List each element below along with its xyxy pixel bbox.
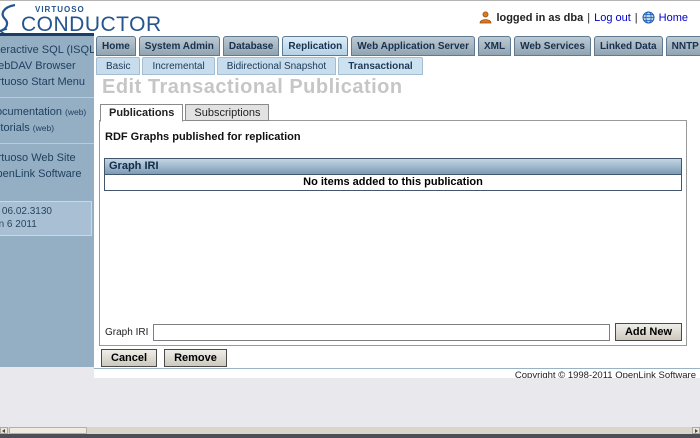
tab-subscriptions[interactable]: Subscriptions [185, 104, 270, 121]
sidebar: Interactive SQL (ISQL) WebDAV Browser Vi… [0, 33, 94, 367]
sidebar-group-docs: Documentation(web) Tutorials(web) [0, 97, 94, 143]
table-header-graph-iri: Graph IRI [105, 159, 681, 175]
separator: | [587, 11, 591, 24]
sidebar-item-virtuoso-start-menu[interactable]: Virtuoso Start Menu [0, 74, 94, 90]
tab-system-admin[interactable]: System Admin [138, 36, 220, 56]
home-link[interactable]: Home [659, 12, 688, 24]
publication-tab-bar: Publications Subscriptions [100, 104, 270, 122]
graph-iri-form: Graph IRI Add New [105, 323, 682, 341]
sidebar-group-tools: Interactive SQL (ISQL) WebDAV Browser Vi… [0, 36, 94, 97]
sidebar-item-documentation[interactable]: Documentation(web) [0, 104, 94, 120]
subtab-basic[interactable]: Basic [96, 57, 141, 75]
subtab-incremental[interactable]: Incremental [142, 57, 215, 75]
sidebar-item-interactive-sql[interactable]: Interactive SQL (ISQL) [0, 42, 94, 58]
logo-swoosh-icon [0, 4, 16, 34]
graph-iri-table: Graph IRI No items added to this publica… [104, 158, 682, 191]
virtuoso-conductor-window: VIRTUOSO CONDUCTOR logged in as dba | Lo… [0, 0, 700, 438]
user-session-bar: logged in as dba | Log out | Home [479, 11, 688, 24]
header: VIRTUOSO CONDUCTOR logged in as dba | Lo… [0, 0, 700, 36]
home-globe-icon [642, 11, 655, 24]
sidebar-item-label: Tutorials [0, 122, 30, 134]
tab-publications[interactable]: Publications [100, 104, 184, 122]
subtab-transactional[interactable]: Transactional [338, 57, 423, 75]
horizontal-scrollbar[interactable] [0, 427, 700, 434]
version-info: Version: 06.02.3130 Build Jun 6 2011 [0, 201, 92, 236]
scroll-right-arrow-icon [695, 429, 698, 433]
graph-iri-input[interactable] [153, 323, 610, 341]
scroll-left-arrow-icon [2, 429, 5, 433]
tab-home[interactable]: Home [96, 36, 136, 56]
virtuoso-conductor-logo[interactable]: VIRTUOSO CONDUCTOR [0, 3, 162, 36]
sidebar-item-virtuoso-web-site[interactable]: Virtuoso Web Site [0, 150, 94, 166]
build-date: Build Jun 6 2011 [0, 219, 37, 230]
bottom-window-edge [0, 434, 700, 438]
form-action-buttons: Cancel Remove [101, 349, 227, 367]
graph-iri-label: Graph IRI [105, 326, 149, 338]
tab-nntp[interactable]: NNTP [665, 36, 700, 56]
sidebar-item-webdav-browser[interactable]: WebDAV Browser [0, 58, 94, 74]
scroll-right-button[interactable] [692, 427, 700, 434]
sidebar-item-suffix: (web) [32, 123, 55, 133]
replication-sub-tab-bar: Basic Incremental Bidirectional Snapshot… [96, 57, 423, 75]
table-empty-row: No items added to this publication [105, 175, 681, 190]
remove-button[interactable]: Remove [164, 349, 227, 367]
main-tab-bar: Home System Admin Database Replication W… [96, 36, 700, 56]
logo-text: VIRTUOSO CONDUCTOR [21, 3, 162, 36]
tab-xml[interactable]: XML [477, 36, 512, 56]
sidebar-item-label: Documentation [0, 106, 62, 118]
logged-in-text: logged in as dba [496, 11, 584, 24]
tab-database[interactable]: Database [222, 36, 280, 56]
user-icon [480, 11, 492, 24]
tab-replication[interactable]: Replication [282, 36, 349, 56]
copyright-text: Copyright © 1998-2011 OpenLink Software [514, 370, 696, 378]
sidebar-group-sites: Virtuoso Web Site OpenLink Software [0, 143, 94, 189]
tab-web-application-server[interactable]: Web Application Server [351, 36, 475, 56]
page-footer: Copyright © 1998-2011 OpenLink Software [94, 368, 700, 378]
horizontal-scrollbar-thumb[interactable] [9, 427, 87, 434]
add-new-button[interactable]: Add New [614, 323, 682, 341]
publications-panel: RDF Graphs published for replication Gra… [99, 120, 687, 346]
version-number: Version: 06.02.3130 [0, 206, 52, 217]
sidebar-item-suffix: (web) [65, 107, 87, 117]
section-label: RDF Graphs published for replication [105, 131, 301, 143]
separator: | [634, 11, 638, 24]
sidebar-item-openlink-software[interactable]: OpenLink Software [0, 166, 94, 182]
sidebar-item-tutorials[interactable]: Tutorials(web) [0, 120, 94, 136]
main-content: Home System Admin Database Replication W… [94, 33, 700, 378]
tab-linked-data[interactable]: Linked Data [593, 36, 663, 56]
scroll-left-button[interactable] [0, 427, 8, 434]
tab-web-services[interactable]: Web Services [514, 36, 591, 56]
logout-link[interactable]: Log out [594, 12, 631, 24]
logo-conductor-text: CONDUCTOR [21, 13, 162, 36]
subtab-bidirectional-snapshot[interactable]: Bidirectional Snapshot [216, 57, 337, 75]
page-title: Edit Transactional Publication [102, 76, 403, 98]
cancel-button[interactable]: Cancel [101, 349, 158, 367]
